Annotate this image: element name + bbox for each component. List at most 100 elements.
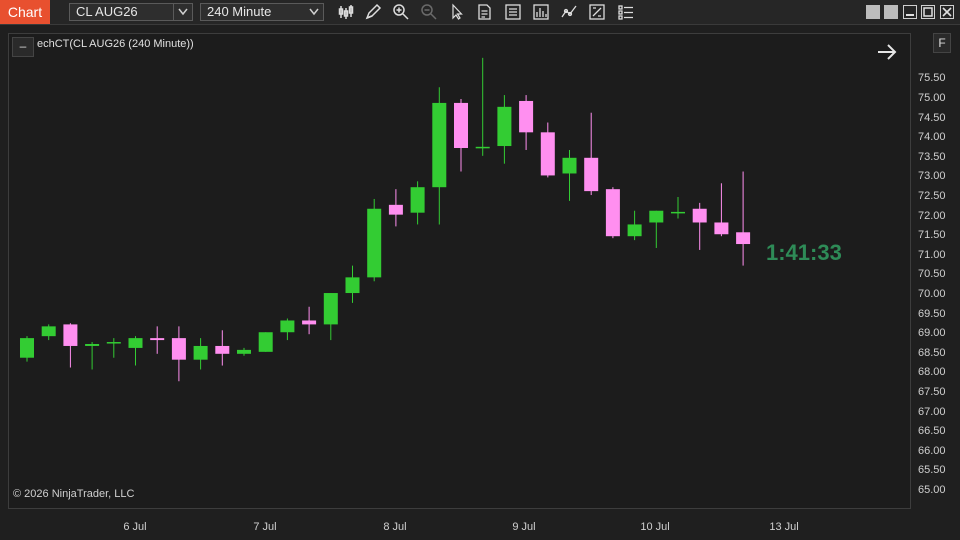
candle — [258, 332, 273, 352]
candle-body-up — [41, 326, 56, 337]
candle-body-up — [258, 332, 273, 352]
candle — [410, 181, 425, 225]
price-tick-label: 72.00 — [918, 209, 946, 222]
price-tick-label: 70.50 — [918, 268, 946, 281]
candle-body-up — [562, 157, 577, 174]
candle — [63, 323, 78, 368]
price-tick-label: 66.00 — [918, 444, 946, 457]
candle-body-down — [215, 345, 230, 354]
price-tick-label: 65.00 — [918, 484, 946, 496]
candle-body-up — [323, 293, 338, 325]
price-tick-label: 74.50 — [918, 111, 946, 124]
candle-body-up — [85, 344, 100, 346]
price-tick-label: 66.50 — [918, 425, 946, 438]
price-tick-label: 65.50 — [918, 464, 946, 477]
candle-body-down — [63, 324, 78, 346]
candle — [345, 265, 360, 303]
candle-body-up — [367, 208, 382, 278]
price-tick-label: 71.00 — [918, 248, 946, 261]
price-tick-label: 70.00 — [918, 288, 946, 300]
candle — [215, 330, 230, 366]
candle — [20, 336, 34, 362]
candle — [388, 189, 403, 227]
candle-body-up — [671, 211, 685, 214]
candle-body-down — [736, 232, 751, 245]
candle-body-up — [410, 187, 425, 213]
candle — [150, 326, 165, 354]
time-tick-label: 6 Jul — [123, 521, 147, 533]
candle-body-up — [193, 345, 208, 360]
candle-body-up — [345, 277, 360, 294]
candle — [714, 183, 729, 237]
price-axis[interactable]: 75.50 75.00 74.50 74.00 73.50 73.00 72.50 72.00… — [912, 33, 960, 509]
candle — [237, 347, 251, 356]
candle — [367, 198, 382, 282]
candle — [454, 99, 468, 172]
bar-timer: 1:41:33 — [766, 240, 842, 265]
price-tick-label: 75.50 — [918, 72, 946, 85]
chart-title-label: echCT(CL AUG26 (240 Minute)) — [37, 38, 194, 50]
price-tick-label: 68.50 — [918, 346, 946, 359]
price-tick-label: 71.50 — [918, 229, 946, 242]
candle-body-up — [475, 146, 490, 149]
candle — [432, 87, 447, 225]
candle — [562, 149, 577, 201]
candle — [106, 338, 121, 358]
candle-body-down — [150, 338, 165, 341]
candle — [323, 293, 338, 341]
time-axis[interactable]: 6 Jul 7 Jul 8 Jul 9 Jul 10 Jul 13 Jul — [8, 509, 911, 540]
price-tick-label: 67.50 — [918, 386, 946, 398]
candle-body-up — [432, 102, 447, 188]
candle — [519, 95, 534, 150]
price-tick-label: 68.00 — [918, 366, 946, 379]
candle-body-down — [519, 100, 534, 133]
candlestick-series — [20, 57, 751, 382]
collapse-button[interactable]: – — [12, 37, 34, 57]
candle-body-down — [584, 157, 599, 192]
candle — [649, 210, 664, 248]
time-tick-label: 7 Jul — [253, 521, 277, 533]
price-tick-label: 73.50 — [918, 150, 946, 163]
scroll-right-arrow-icon[interactable] — [876, 42, 898, 62]
time-tick-label: 9 Jul — [512, 521, 536, 533]
candle-body-up — [627, 224, 642, 237]
candle-body-down — [171, 338, 186, 360]
candle — [540, 122, 555, 178]
candle — [692, 202, 707, 250]
candle-body-up — [237, 349, 251, 354]
price-tick-label: 72.50 — [918, 190, 946, 202]
candle-body-down — [605, 189, 620, 237]
candle-body-down — [692, 208, 707, 223]
time-tick-label: 10 Jul — [640, 521, 670, 533]
candle — [627, 210, 642, 241]
candle — [280, 318, 295, 341]
candle — [475, 57, 490, 156]
candle — [584, 112, 599, 196]
candle-body-up — [128, 338, 143, 348]
candle-body-down — [454, 102, 468, 148]
candle-body-up — [649, 210, 664, 223]
candle — [302, 306, 317, 335]
candle-body-up — [20, 338, 34, 358]
candle-body-down — [302, 320, 317, 325]
price-tick-label: 69.00 — [918, 327, 946, 340]
candle-body-down — [388, 204, 403, 215]
candle-body-up — [497, 106, 512, 147]
price-tick-label: 75.00 — [918, 92, 946, 104]
candle — [193, 338, 208, 370]
candle — [171, 326, 186, 382]
candle — [497, 95, 512, 164]
candle — [671, 197, 685, 219]
price-tick-label: 69.50 — [918, 307, 946, 320]
candle — [736, 171, 751, 266]
candle — [41, 324, 56, 341]
candle-body-up — [106, 342, 121, 344]
candle-body-down — [540, 132, 555, 176]
candle — [605, 187, 620, 239]
copyright-text: © 2026 NinjaTrader, LLC — [13, 488, 135, 500]
candle — [85, 342, 100, 370]
price-tick-label: 67.00 — [918, 405, 946, 418]
time-tick-label: 8 Jul — [383, 521, 407, 533]
price-tick-label: 74.00 — [918, 131, 946, 144]
price-tick-label: 73.00 — [918, 170, 946, 183]
